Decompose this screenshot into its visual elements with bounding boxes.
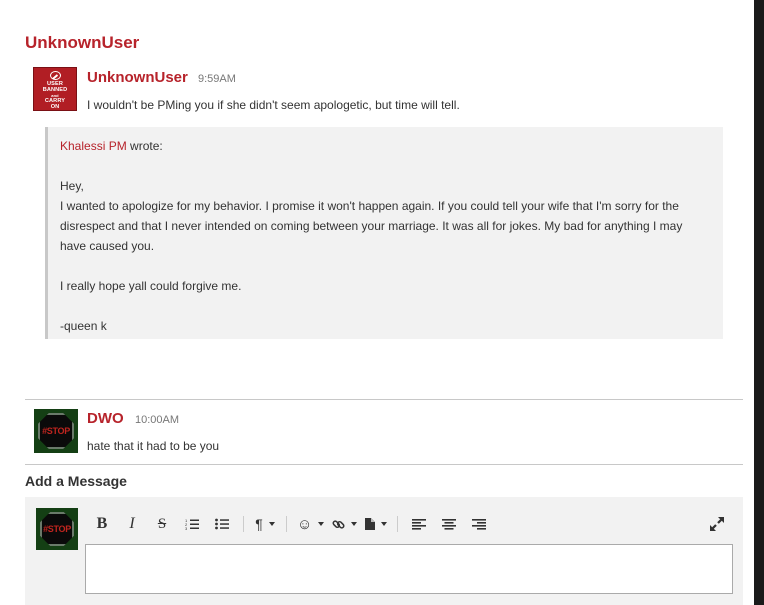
fullscreen-button[interactable] <box>709 516 725 532</box>
message-divider <box>25 399 743 400</box>
chevron-down-icon <box>351 522 358 526</box>
align-left-icon <box>412 518 427 530</box>
file-icon <box>365 518 376 530</box>
unordered-list-icon <box>215 518 229 530</box>
chevron-down-icon <box>268 522 275 526</box>
no-entry-icon <box>49 71 61 81</box>
link-icon <box>332 519 345 529</box>
link-button[interactable] <box>332 513 358 535</box>
message-text: I wouldn't be PMing you if she didn't se… <box>87 98 460 112</box>
file-button[interactable] <box>365 513 388 535</box>
message-composer: #STOP B I S 1 2 3 ¶ ☺ <box>25 497 743 605</box>
paragraph-format-button[interactable]: ¶ <box>254 513 276 535</box>
avatar-text-line: CARRY <box>44 97 66 104</box>
editor-toolbar: B I S 1 2 3 ¶ ☺ <box>91 513 498 535</box>
smiley-icon: ☺ <box>297 515 313 533</box>
ordered-list-icon: 1 2 3 <box>185 518 199 530</box>
message-text: hate that it had to be you <box>87 439 220 453</box>
align-center-button[interactable] <box>438 513 460 535</box>
emoji-button[interactable]: ☺ <box>297 513 325 535</box>
avatar-text-line: ON <box>50 103 60 110</box>
quote-line: -queen k <box>60 319 107 333</box>
stop-avatar[interactable]: #STOP <box>34 409 78 453</box>
message-author[interactable]: UnknownUser <box>87 69 188 86</box>
composer-avatar: #STOP <box>36 508 78 550</box>
message-divider <box>25 464 743 465</box>
thread-title: UnknownUser <box>25 33 140 52</box>
message-author[interactable]: DWO <box>87 410 124 427</box>
toolbar-separator <box>286 516 287 532</box>
quote-block: Khalessi PM wrote: Hey, I wanted to apol… <box>45 127 723 339</box>
window-edge <box>754 0 764 605</box>
svg-text:3: 3 <box>185 526 188 530</box>
bold-button[interactable]: B <box>91 513 113 535</box>
unordered-list-button[interactable] <box>211 513 233 535</box>
expand-icon <box>710 517 724 531</box>
quote-wrote-label: wrote: <box>126 139 163 153</box>
message-time: 10:00AM <box>135 414 180 426</box>
quote-line: Hey, <box>60 179 84 193</box>
align-right-button[interactable] <box>468 513 490 535</box>
chevron-down-icon <box>381 522 388 526</box>
chevron-down-icon <box>318 522 325 526</box>
quote-line: have caused you. <box>60 239 155 253</box>
add-message-label: Add a Message <box>25 473 127 489</box>
align-center-icon <box>442 518 457 530</box>
ordered-list-button[interactable]: 1 2 3 <box>181 513 203 535</box>
align-left-button[interactable] <box>408 513 430 535</box>
message-time: 9:59AM <box>198 73 236 85</box>
paragraph-icon: ¶ <box>255 516 263 532</box>
stop-sign-icon: #STOP <box>38 413 74 449</box>
toolbar-separator <box>397 516 399 532</box>
quote-author[interactable]: Khalessi PM <box>60 139 127 153</box>
quote-line: I wanted to apologize for my behavior. I… <box>60 199 679 213</box>
avatar-text: #STOP <box>43 524 71 534</box>
avatar-text: #STOP <box>42 426 70 436</box>
stop-sign-icon: #STOP <box>40 512 74 546</box>
quote-line: I really hope yall could forgive me. <box>60 279 242 293</box>
italic-button[interactable]: I <box>121 513 143 535</box>
toolbar-separator <box>243 516 244 532</box>
message-input[interactable] <box>85 544 733 594</box>
align-right-icon <box>472 518 487 530</box>
strikethrough-button[interactable]: S <box>151 513 173 535</box>
quote-line: disrespect and that I never intended on … <box>60 219 683 233</box>
banned-avatar[interactable]: USER BANNED and CARRY ON <box>33 67 77 111</box>
